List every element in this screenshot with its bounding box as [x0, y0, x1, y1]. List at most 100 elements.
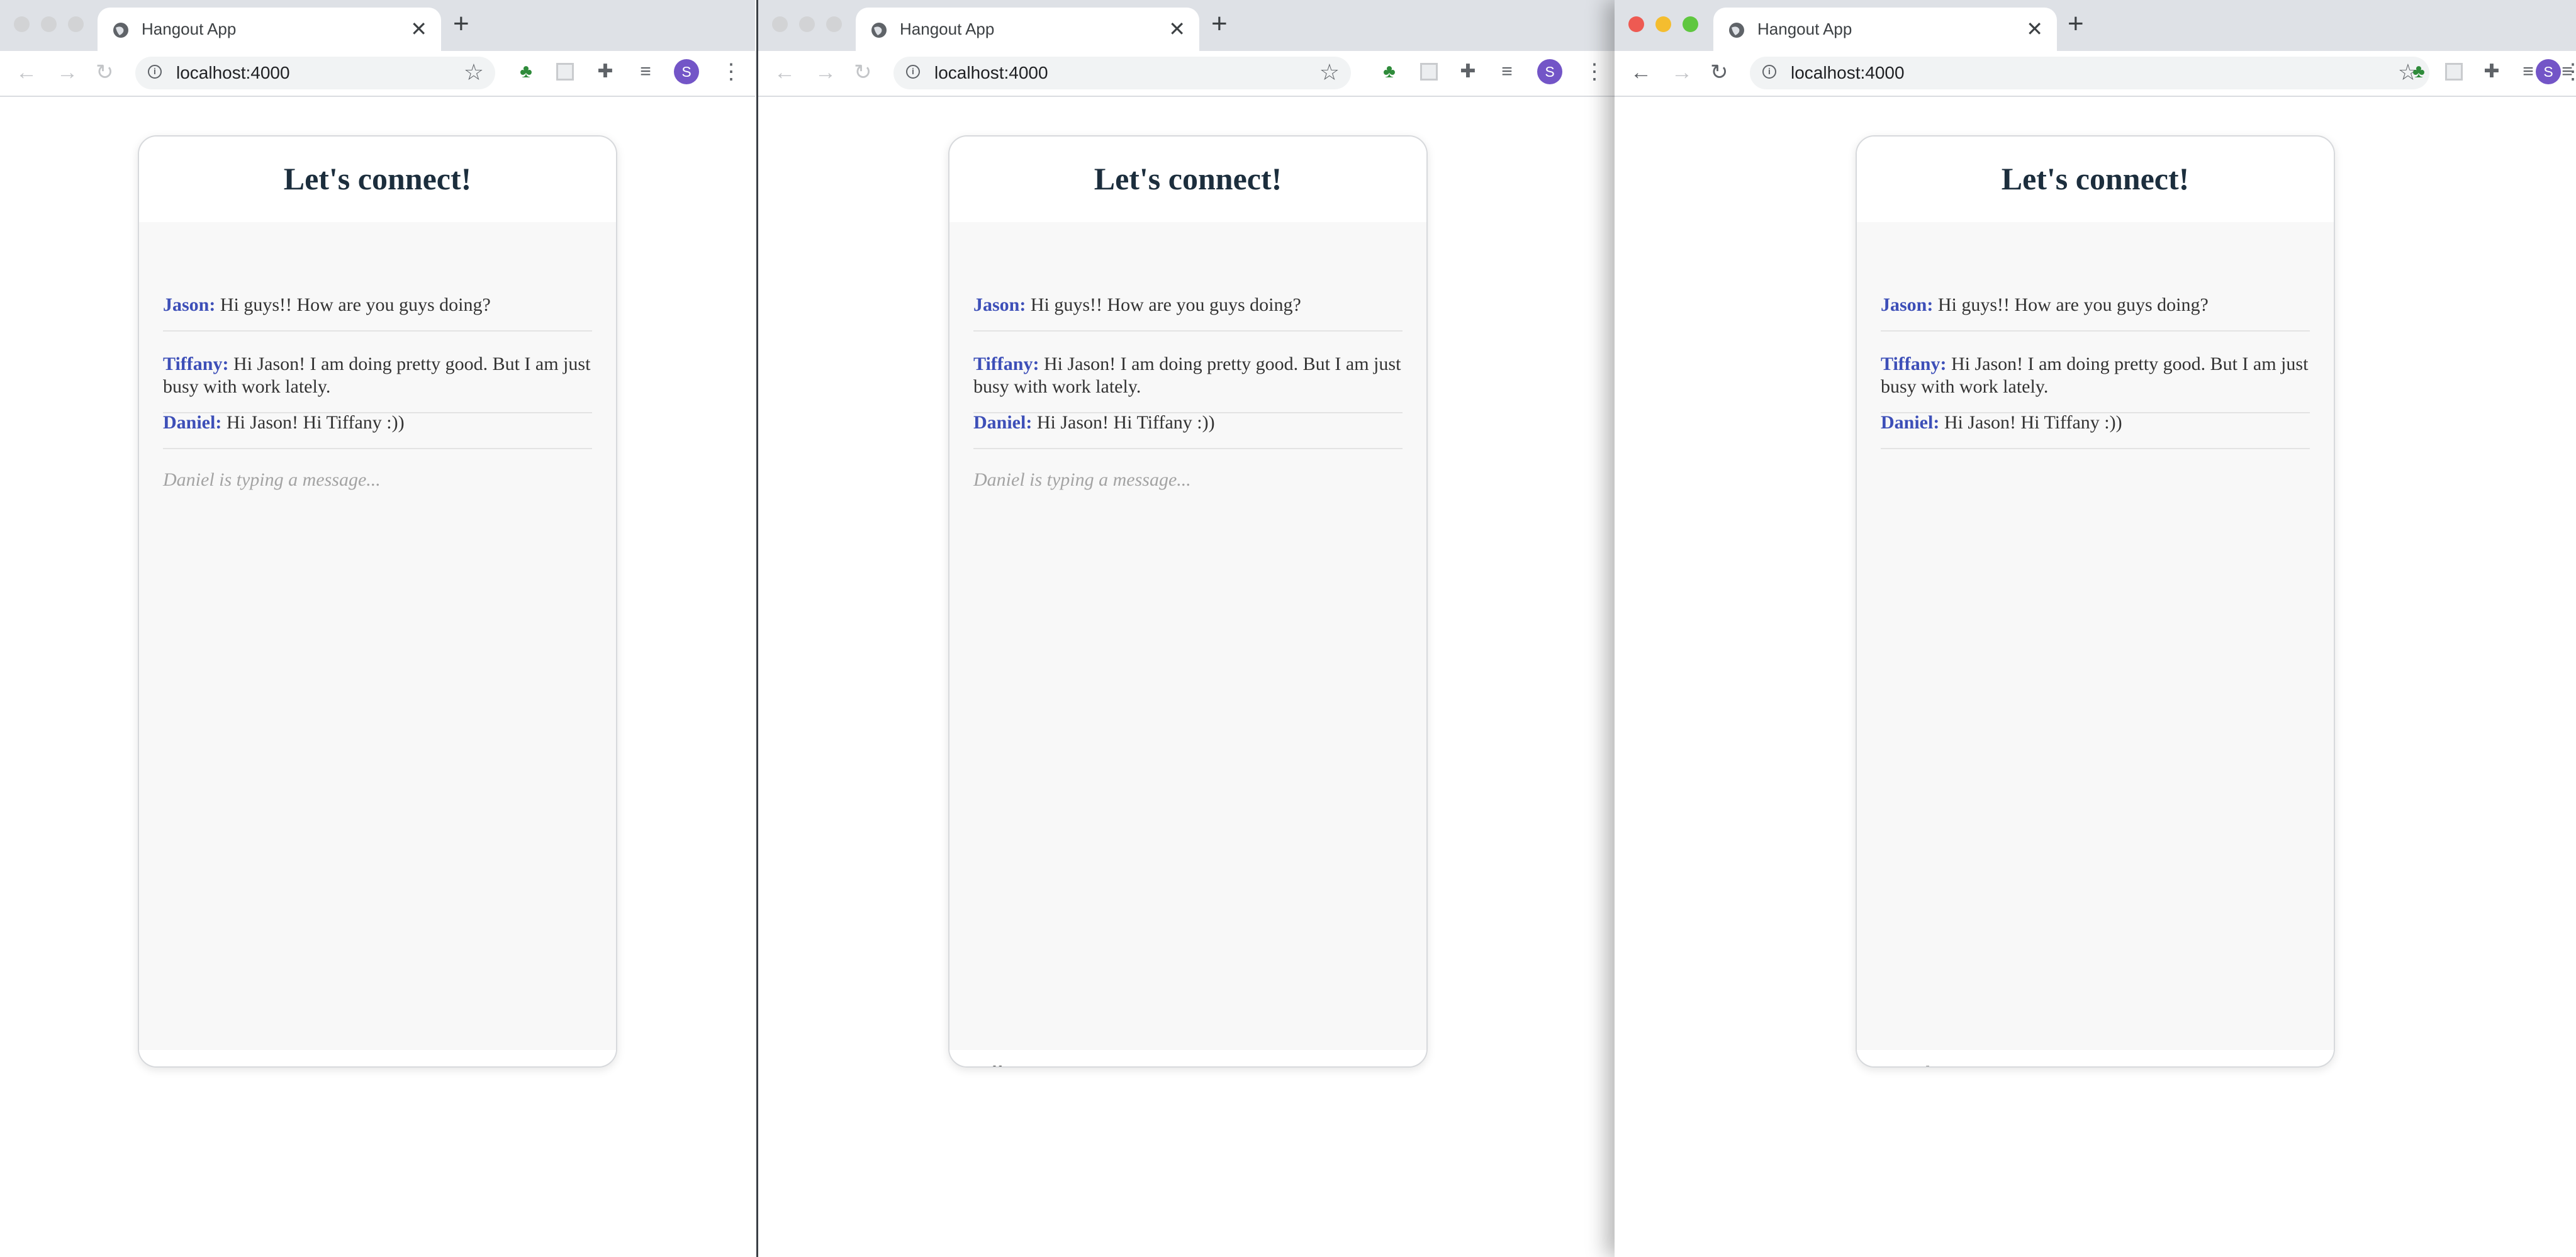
- chat-card: Let's connect! Jason: Hi guys!! How are …: [948, 135, 1428, 1068]
- address-bar[interactable]: i localhost:4000 ☆: [135, 57, 495, 89]
- browser-chrome: Hangout App ✕ + ← → ↻ i localhost:4000 ☆…: [0, 0, 755, 97]
- chat-card: Let's connect! Jason: Hi guys!! How are …: [1856, 135, 2335, 1068]
- name-field[interactable]: Tiffany: [949, 1050, 1426, 1066]
- profile-avatar[interactable]: S: [1537, 59, 1562, 84]
- tab-hangout-app[interactable]: Hangout App ✕: [856, 8, 1199, 51]
- browser-menu-icon[interactable]: ⋮: [2562, 58, 2576, 86]
- message-text: Hi guys!! How are you guys doing?: [1030, 294, 1301, 315]
- message-sender: Daniel:: [163, 412, 222, 433]
- chat-header: Let's connect!: [1857, 137, 2334, 222]
- window-controls: [14, 16, 84, 32]
- message-text: Hi guys!! How are you guys doing?: [1937, 294, 2209, 315]
- maximize-window-button[interactable]: [1683, 16, 1698, 32]
- maximize-window-button[interactable]: [826, 16, 842, 32]
- message-sender: Jason:: [163, 294, 216, 315]
- forward-icon[interactable]: →: [57, 60, 78, 85]
- browser-window-daniel: Hangout App ✕ + ← → ↻ i localhost:4000 ☆…: [1615, 0, 2576, 1257]
- tab-bar: Hangout App ✕ +: [0, 0, 755, 51]
- name-value[interactable]: Jason: [163, 1063, 205, 1066]
- message-sender: Jason:: [973, 294, 1026, 315]
- browser-window-jason: Hangout App ✕ + ← → ↻ i localhost:4000 ☆…: [0, 0, 755, 1257]
- message-item: Jason: Hi guys!! How are you guys doing?: [973, 294, 1403, 332]
- message-sender: Daniel:: [1881, 412, 1940, 433]
- square-extension-icon[interactable]: [556, 63, 574, 81]
- tab-title: Hangout App: [900, 20, 995, 38]
- name-field[interactable]: Daniel: [1857, 1050, 2334, 1066]
- message-item: Jason: Hi guys!! How are you guys doing?: [163, 294, 592, 332]
- browser-menu-icon[interactable]: ⋮: [1584, 58, 1605, 86]
- message-item: Daniel: Hi Jason! Hi Tiffany :)): [163, 411, 592, 449]
- message-item: Daniel: Hi Jason! Hi Tiffany :)): [1881, 411, 2310, 449]
- back-icon[interactable]: ←: [16, 60, 37, 85]
- reading-list-icon[interactable]: ≡: [634, 60, 657, 83]
- tree-extension-icon[interactable]: ♣: [1378, 60, 1401, 83]
- close-window-button[interactable]: [1628, 16, 1644, 32]
- info-icon[interactable]: i: [906, 65, 920, 79]
- chat-header: Let's connect!: [139, 137, 616, 222]
- info-icon[interactable]: i: [148, 65, 162, 79]
- close-tab-icon[interactable]: ✕: [2026, 18, 2043, 40]
- url-text[interactable]: localhost:4000: [176, 63, 290, 83]
- minimize-window-button[interactable]: [41, 16, 57, 32]
- message-item: Daniel: Hi Jason! Hi Tiffany :)): [973, 411, 1403, 449]
- globe-icon: [871, 23, 887, 38]
- tab-hangout-app[interactable]: Hangout App ✕: [1713, 8, 2057, 51]
- close-tab-icon[interactable]: ✕: [410, 18, 427, 40]
- browser-chrome: Hangout App ✕ + ← → ↻ i localhost:4000 ☆…: [1615, 0, 2576, 97]
- reload-icon[interactable]: ↻: [854, 60, 872, 85]
- maximize-window-button[interactable]: [68, 16, 84, 32]
- minimize-window-button[interactable]: [1655, 16, 1671, 32]
- reload-icon[interactable]: ↻: [1710, 60, 1728, 85]
- reading-list-icon[interactable]: ≡: [1496, 60, 1518, 83]
- puzzle-extensions-icon[interactable]: ✚: [2480, 60, 2503, 83]
- puzzle-extensions-icon[interactable]: ✚: [1457, 60, 1479, 83]
- puzzle-extensions-icon[interactable]: ✚: [594, 60, 617, 83]
- browser-window-tiffany: Hangout App ✕ + ← → ↻ i localhost:4000 ☆…: [756, 0, 1616, 1257]
- square-extension-icon[interactable]: [1420, 63, 1438, 81]
- globe-icon: [113, 23, 128, 38]
- tab-bar: Hangout App ✕ +: [1615, 0, 2576, 51]
- info-icon[interactable]: i: [1762, 65, 1776, 79]
- forward-icon[interactable]: →: [1671, 60, 1693, 85]
- close-window-button[interactable]: [772, 16, 788, 32]
- browser-menu-icon[interactable]: ⋮: [720, 58, 742, 86]
- message-item: Tiffany: Hi Jason! I am doing pretty goo…: [973, 353, 1403, 413]
- close-tab-icon[interactable]: ✕: [1168, 18, 1185, 40]
- window-controls: [772, 16, 842, 32]
- typing-indicator: Daniel is typing a message...: [973, 469, 1191, 490]
- profile-avatar[interactable]: S: [2536, 59, 2561, 84]
- address-bar[interactable]: i localhost:4000 ☆: [1750, 57, 2429, 89]
- back-icon[interactable]: ←: [1630, 60, 1652, 85]
- message-item: Tiffany: Hi Jason! I am doing pretty goo…: [1881, 353, 2310, 413]
- back-icon[interactable]: ←: [774, 60, 795, 85]
- chat-card: Let's connect! Jason: Hi guys!! How are …: [138, 135, 617, 1068]
- chat-title: Let's connect!: [1094, 161, 1282, 196]
- square-extension-icon[interactable]: [2445, 63, 2463, 81]
- name-value[interactable]: Tiffany: [973, 1063, 1029, 1066]
- name-field[interactable]: Jason: [139, 1050, 616, 1066]
- message-item: Tiffany: Hi Jason! I am doing pretty goo…: [163, 353, 592, 413]
- url-text[interactable]: localhost:4000: [934, 63, 1048, 83]
- typing-indicator: Daniel is typing a message...: [163, 469, 381, 490]
- chat-header: Let's connect!: [949, 137, 1426, 222]
- tree-extension-icon[interactable]: ♣: [515, 60, 537, 83]
- bookmark-star-icon[interactable]: ☆: [464, 59, 484, 86]
- minimize-window-button[interactable]: [799, 16, 815, 32]
- message-sender: Tiffany:: [163, 354, 229, 374]
- tab-title: Hangout App: [142, 20, 237, 38]
- url-text[interactable]: localhost:4000: [1791, 63, 1905, 83]
- new-tab-button[interactable]: +: [1211, 10, 1228, 38]
- tree-extension-icon[interactable]: ♣: [2407, 60, 2430, 83]
- reload-icon[interactable]: ↻: [96, 60, 114, 85]
- address-bar[interactable]: i localhost:4000 ☆: [893, 57, 1351, 89]
- new-tab-button[interactable]: +: [2068, 10, 2084, 38]
- name-value[interactable]: Daniel: [1881, 1063, 1931, 1066]
- forward-icon[interactable]: →: [815, 60, 836, 85]
- globe-icon: [1729, 23, 1744, 38]
- bookmark-star-icon[interactable]: ☆: [1319, 59, 1340, 86]
- profile-avatar[interactable]: S: [674, 59, 699, 84]
- new-tab-button[interactable]: +: [453, 10, 469, 38]
- close-window-button[interactable]: [14, 16, 30, 32]
- window-controls: [1628, 16, 1698, 32]
- tab-hangout-app[interactable]: Hangout App ✕: [98, 8, 441, 51]
